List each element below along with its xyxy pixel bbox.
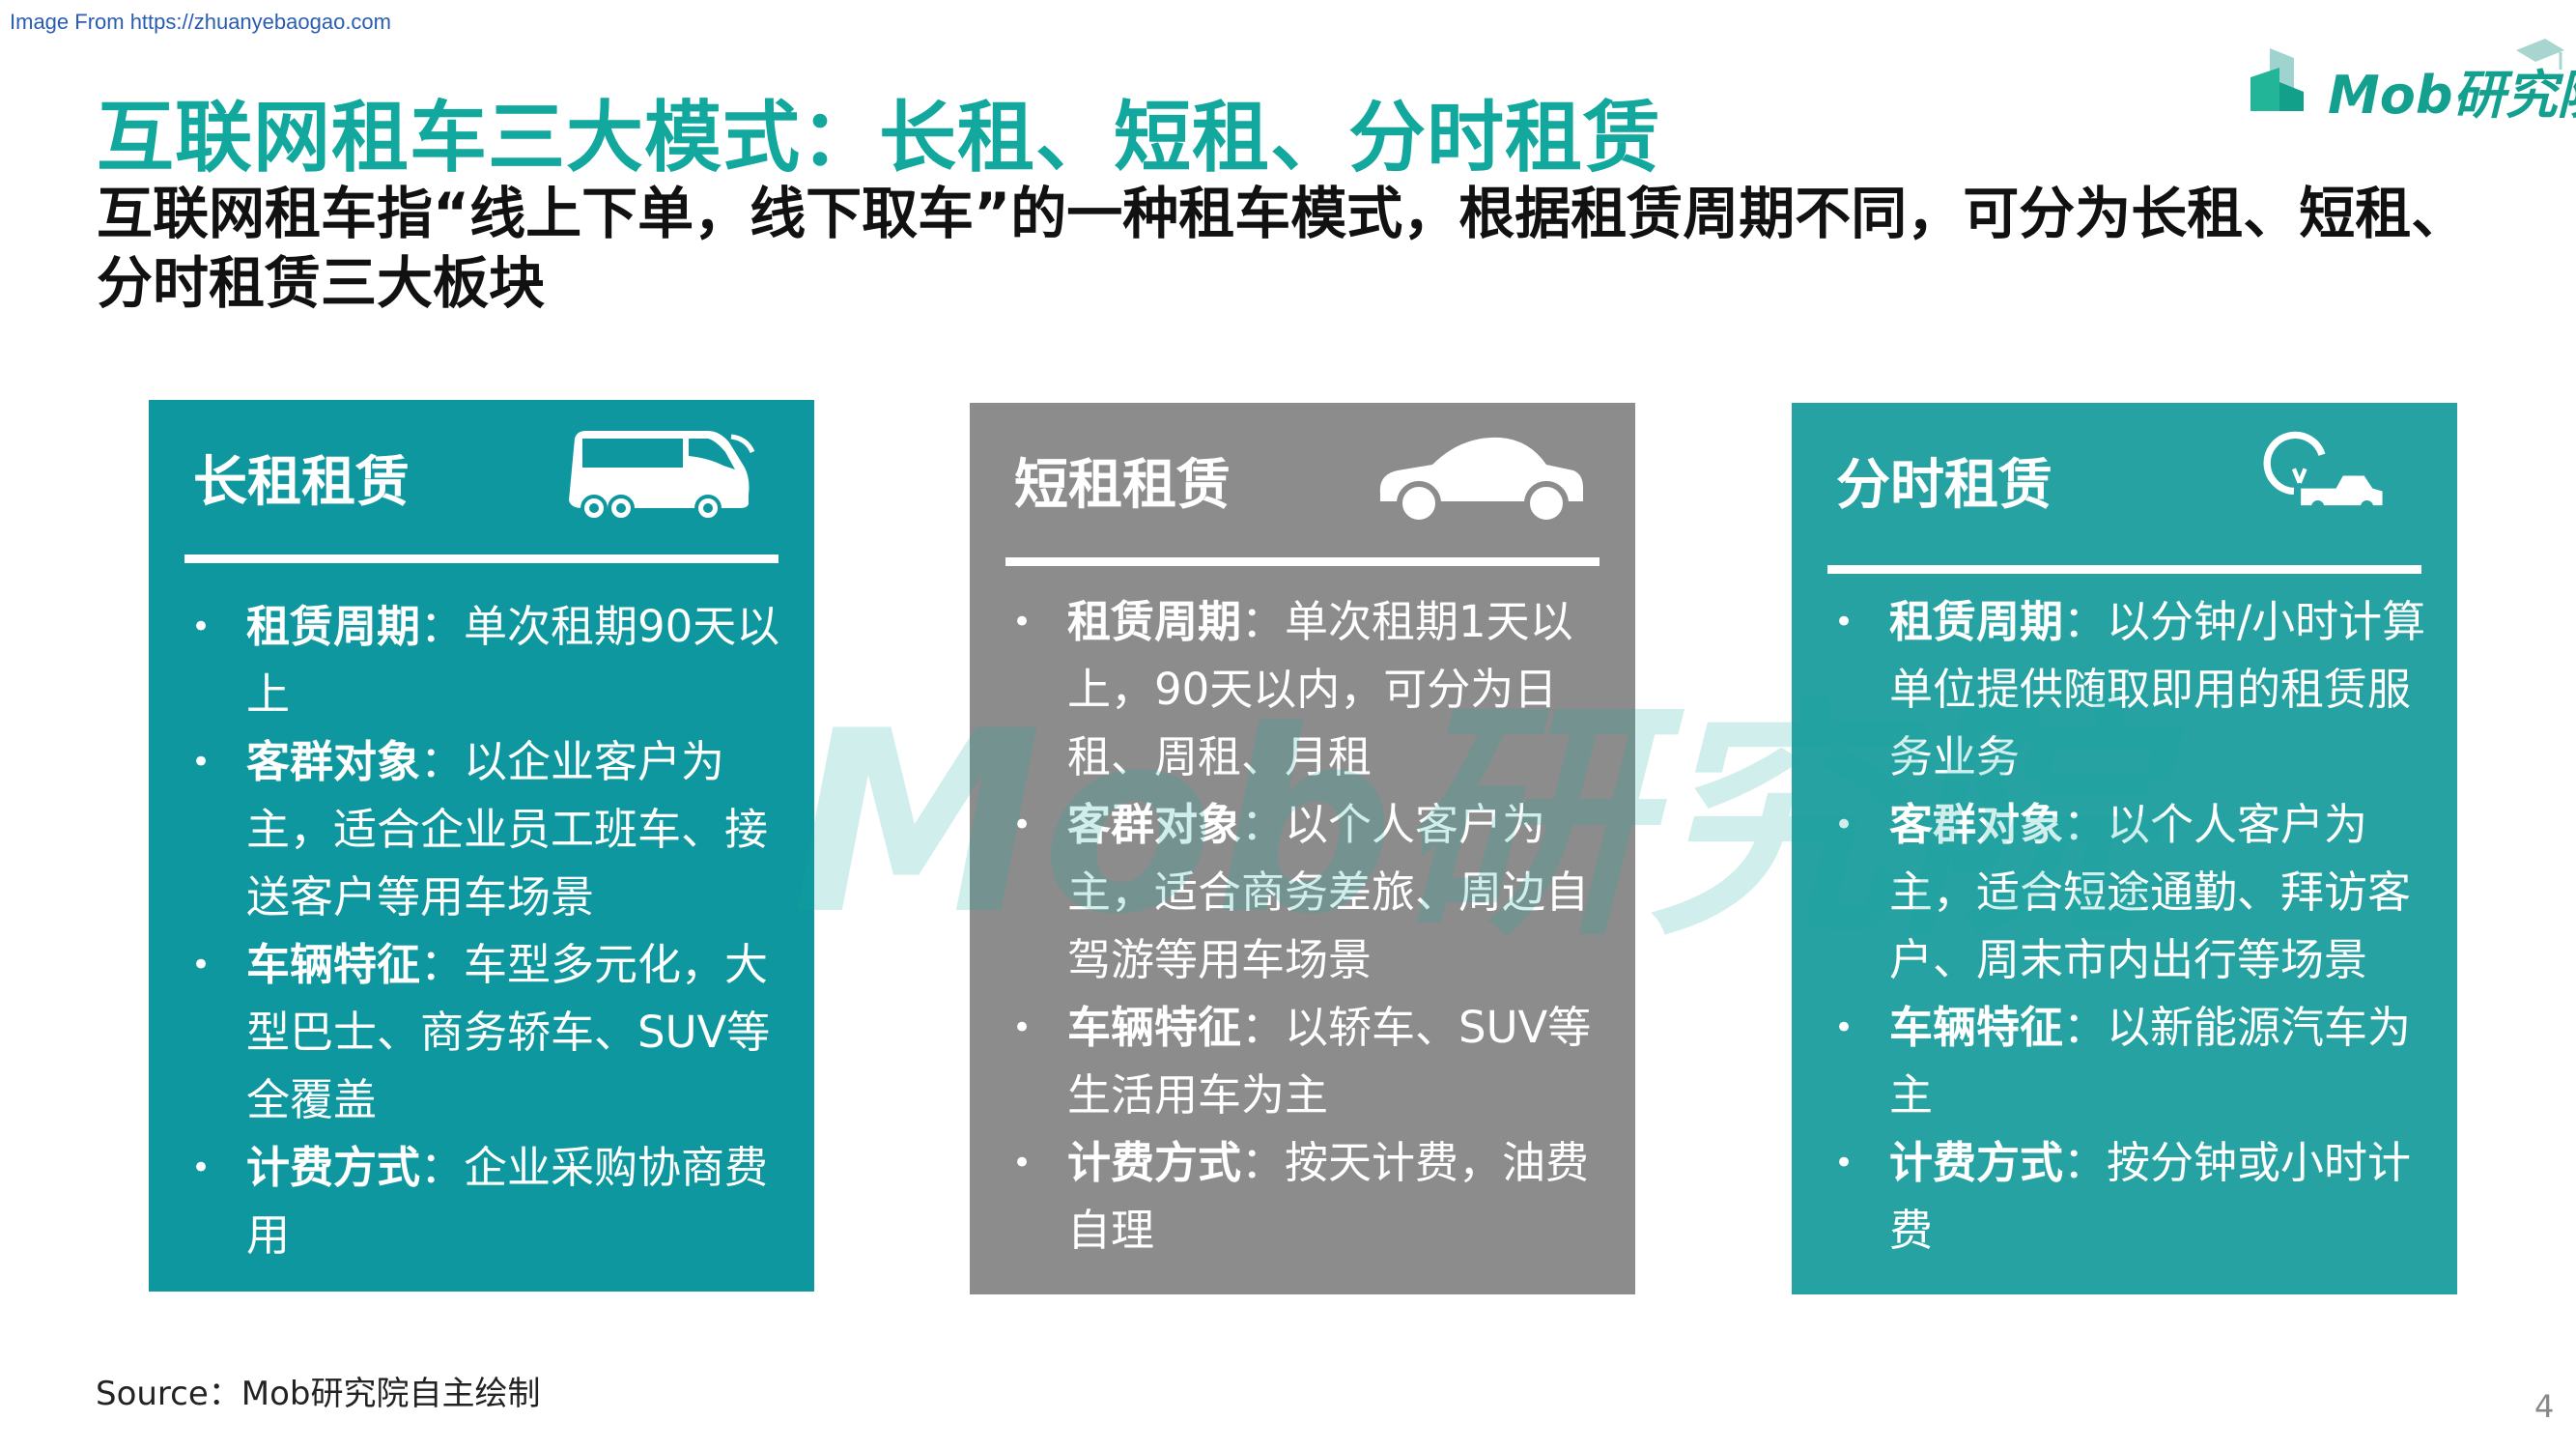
item-label: 租赁周期 [1889, 596, 2064, 647]
feature-list: 租赁周期：单次租期1天以上，90天以内，可分为日租、周租、月租 客群对象：以个人… [1012, 588, 1606, 1264]
list-item: 车辆特征：以轿车、SUV等生活用车为主 [1012, 994, 1606, 1129]
list-item: 租赁周期：以分钟/小时计算单位提供随取即用的租赁服务业务 [1834, 588, 2428, 791]
feature-list: 租赁周期：以分钟/小时计算单位提供随取即用的租赁服务业务 客群对象：以个人客户为… [1834, 588, 2428, 1264]
feature-list: 租赁周期：单次租期90天以上 客群对象：以企业客户为主，适合企业员工班车、接送客… [191, 593, 785, 1269]
header-divider [1005, 557, 1599, 566]
source-url-watermark: Image From https://zhuanyebaogao.com [10, 10, 391, 34]
list-item: 计费方式：按天计费，油费自理 [1012, 1129, 1606, 1264]
item-label: 车辆特征 [246, 939, 421, 990]
list-item: 车辆特征：以新能源汽车为主 [1834, 994, 2428, 1129]
building-logo-icon [2250, 48, 2304, 111]
list-item: 计费方式：按分钟或小时计费 [1834, 1129, 2428, 1264]
item-label: 计费方式 [246, 1142, 421, 1193]
list-item: 租赁周期：单次租期1天以上，90天以内，可分为日租、周租、月租 [1012, 588, 1606, 791]
page-subtitle: 互联网租车指“线上下单，线下取车”的一种租车模式，根据租赁周期不同，可分为长租、… [97, 181, 2468, 316]
header-divider [1827, 565, 2421, 574]
panel-title: 分时租赁 [1836, 454, 2052, 517]
list-item: 客群对象：以个人客户为主，适合商务差旅、周边自驾游等用车场景 [1012, 791, 1606, 994]
bus-icon [569, 431, 755, 522]
item-label: 租赁周期 [1067, 596, 1242, 647]
source-note: Source：Mob研究院自主绘制 [96, 1375, 541, 1413]
page-title: 互联网租车三大模式：长租、短租、分时租赁 [97, 93, 1661, 183]
item-label: 客群对象 [1067, 799, 1242, 850]
panel-time-share-rental: 分时租赁 租赁周期：以分钟/小时计算单位提供随取即用的租赁服务业务 客群对象：以… [1792, 403, 2457, 1294]
panel-title: 短租租赁 [1014, 454, 1231, 517]
panel-long-term-rental: 长租租赁 租赁周期：单次租期90天以上 客群对象：以企业客户为主，适合企业员工班… [149, 400, 814, 1292]
list-item: 车辆特征：车型多元化，大型巴士、商务轿车、SUV等全覆盖 [191, 931, 785, 1134]
list-item: 计费方式：企业采购协商费用 [191, 1134, 785, 1269]
car-icon [1379, 437, 1583, 526]
list-item: 客群对象：以企业客户为主，适合企业员工班车、接送客户等用车场景 [191, 728, 785, 931]
item-label: 客群对象 [246, 736, 421, 787]
timer-car-icon [2263, 431, 2383, 514]
panel-title: 长租租赁 [193, 451, 410, 514]
item-label: 车辆特征 [1889, 1002, 2064, 1053]
item-label: 租赁周期 [246, 601, 421, 652]
list-item: 租赁周期：单次租期90天以上 [191, 593, 785, 728]
mob-logo: Mob研究院 [2250, 39, 2576, 126]
graduation-cap-icon [2516, 39, 2564, 70]
header-divider [184, 554, 778, 563]
page-number: 4 [2534, 1388, 2555, 1425]
panel-short-term-rental: 短租租赁 租赁周期：单次租期1天以上，90天以内，可分为日租、周租、月租 客群对… [970, 403, 1635, 1294]
item-label: 客群对象 [1889, 799, 2064, 850]
item-label: 计费方式 [1067, 1137, 1242, 1188]
item-label: 计费方式 [1889, 1137, 2064, 1188]
list-item: 客群对象：以个人客户为主，适合短途通勤、拜访客户、周末市内出行等场景 [1834, 791, 2428, 994]
item-label: 车辆特征 [1067, 1002, 1242, 1053]
